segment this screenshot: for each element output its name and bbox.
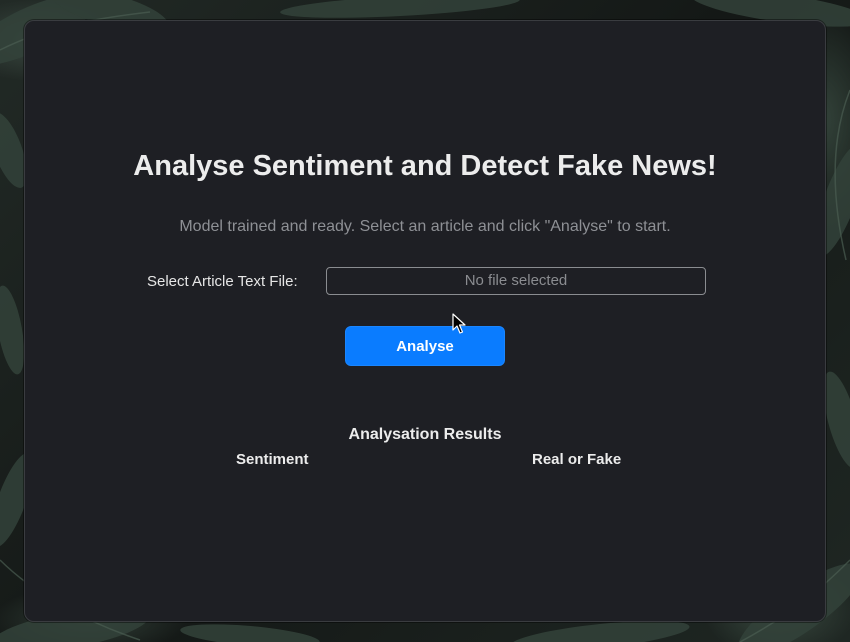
results-column-real-or-fake: Real or Fake: [532, 451, 622, 468]
file-picker-input[interactable]: No file selected: [326, 267, 706, 295]
results-column-sentiment: Sentiment: [236, 451, 309, 468]
file-picker-label: Select Article Text File:: [147, 273, 298, 290]
analyse-button[interactable]: Analyse: [345, 326, 505, 366]
page-title: Analyse Sentiment and Detect Fake News!: [133, 150, 717, 182]
status-message: Model trained and ready. Select an artic…: [179, 218, 671, 235]
mouse-pointer-icon: [452, 313, 466, 334]
results-heading: Analysation Results: [348, 426, 502, 443]
main-panel: Analyse Sentiment and Detect Fake News! …: [24, 20, 826, 622]
